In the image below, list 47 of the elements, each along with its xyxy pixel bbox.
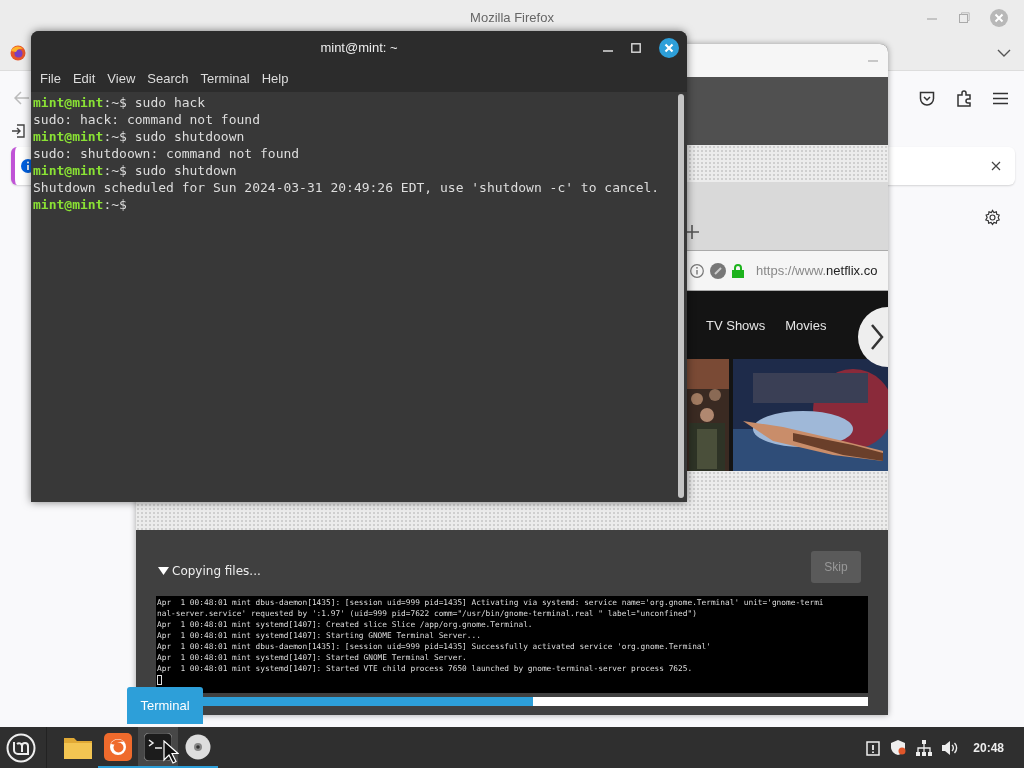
padlock-icon — [732, 263, 744, 278]
mouse-pointer-icon — [163, 740, 179, 764]
info-icon — [690, 263, 704, 278]
window-title: mint@mint: ~ — [320, 40, 398, 55]
menu-item[interactable]: View — [101, 70, 142, 86]
volume-icon[interactable] — [942, 740, 960, 755]
menu-item[interactable]: Help — [255, 70, 295, 86]
plus-icon[interactable] — [685, 225, 699, 239]
sign-in-icon[interactable] — [11, 124, 25, 138]
menu-item[interactable]: Edit — [66, 70, 102, 86]
menu-item[interactable]: Terminal — [194, 70, 256, 86]
window-title: Mozilla Firefox — [470, 10, 554, 25]
terminal-line: mint@mint:~$ sudo hack — [33, 94, 207, 111]
close-icon[interactable] — [991, 161, 1001, 171]
browser-logo-icon[interactable] — [10, 44, 26, 61]
terminal-line: Shutdown scheduled for Sun 2024-03-31 20:49:26 EDT, use 'shutdown -c' to cancel. — [33, 179, 661, 196]
link-icon — [710, 262, 726, 279]
terminal-line: sudo: shutdoown: command not found — [33, 145, 301, 162]
chevron-down-icon[interactable] — [996, 47, 1012, 58]
close-icon[interactable] — [659, 37, 679, 58]
start-menu-icon[interactable] — [6, 732, 36, 763]
clipboard-alert-icon[interactable] — [866, 739, 881, 756]
network-icon[interactable] — [916, 739, 933, 756]
nav-link[interactable]: Movies — [785, 317, 827, 333]
menu-item[interactable]: Search — [141, 70, 195, 86]
browser-icon — [104, 732, 132, 761]
disc-icon — [185, 733, 211, 760]
expander-toggle[interactable]: Copying files... — [158, 564, 261, 578]
menu-item[interactable]: File — [34, 70, 67, 86]
maximize-icon[interactable] — [631, 42, 641, 53]
terminal-line: sudo: hack: command not found — [33, 111, 261, 128]
menu-icon[interactable] — [993, 91, 1008, 105]
pocket-icon[interactable] — [919, 90, 935, 106]
shield-icon[interactable] — [890, 739, 907, 756]
triangle-icon — [158, 567, 169, 575]
nav-link[interactable]: TV Shows — [706, 317, 766, 333]
tooltip: Terminal — [127, 687, 203, 724]
terminal-line: mint@mint:~$ sudo shutdown — [33, 162, 238, 179]
puzzle-icon[interactable] — [956, 89, 972, 107]
terminal-line: mint@mint:~$ — [33, 196, 128, 213]
scrollbar[interactable] — [678, 94, 684, 498]
clock[interactable]: 20:48 — [973, 740, 1004, 755]
chevron-right-icon[interactable] — [858, 307, 888, 367]
terminal-line: mint@mint:~$ sudo shutdoown — [33, 128, 246, 145]
address-text[interactable]: https://www.netflix.co — [756, 263, 878, 278]
text-cursor — [157, 675, 162, 685]
settings-icon[interactable] — [984, 209, 1001, 226]
